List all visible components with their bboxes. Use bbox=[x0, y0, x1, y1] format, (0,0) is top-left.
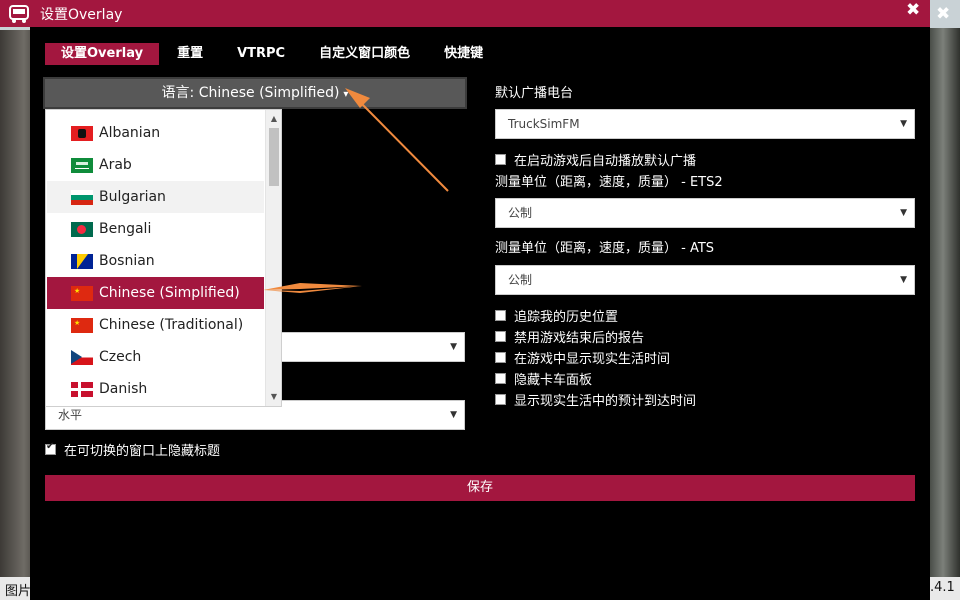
hide-title-checkbox[interactable] bbox=[45, 441, 56, 455]
show-eta-label: 显示现实生活中的预计到达时间 bbox=[514, 394, 697, 409]
caret-down-icon: ▾ bbox=[343, 89, 349, 100]
settings-window: 设置Overlay 重置 VTRPC 自定义窗口颜色 快捷键 ▼ 水平 ▼ 在可… bbox=[30, 27, 930, 600]
track-history-row: 追踪我的历史位置 bbox=[495, 306, 618, 325]
track-history-label: 追踪我的历史位置 bbox=[514, 310, 619, 325]
show-real-time-label: 在游戏中显示现实生活时间 bbox=[514, 352, 671, 367]
scroll-up-icon[interactable]: ▲ bbox=[266, 112, 281, 126]
units-ets2-select[interactable]: 公制 ▼ bbox=[495, 198, 915, 228]
tab-reset[interactable]: 重置 bbox=[161, 43, 219, 65]
units-ats-label: 测量单位（距离，速度，质量） - ATS bbox=[495, 241, 715, 256]
footer-version-text: .4.1 bbox=[930, 580, 955, 595]
albania-flag-icon bbox=[71, 125, 93, 141]
bulgaria-flag-icon bbox=[71, 189, 93, 205]
language-dropdown-label: 语言: Chinese (Simplified) bbox=[161, 85, 340, 101]
show-eta-checkbox[interactable] bbox=[495, 394, 506, 405]
track-history-checkbox[interactable] bbox=[495, 310, 506, 321]
disable-report-label: 禁用游戏结束后的报告 bbox=[514, 331, 645, 346]
language-option-arab[interactable]: Arab bbox=[47, 149, 264, 181]
title-bar: 设置Overlay ✖ bbox=[0, 0, 930, 27]
hide-truck-panel-checkbox[interactable] bbox=[495, 373, 506, 384]
chevron-down-icon: ▼ bbox=[900, 119, 907, 129]
chevron-down-icon: ▼ bbox=[900, 208, 907, 218]
language-list: Albanian Arab Bulgarian Bengali Bosnian bbox=[45, 109, 282, 407]
background-truck-right bbox=[926, 28, 960, 580]
radio-station-select[interactable]: TruckSimFM ▼ bbox=[495, 109, 915, 139]
tab-vtrpc[interactable]: VTRPC bbox=[221, 43, 301, 65]
truck-app-icon bbox=[9, 5, 29, 23]
chevron-down-icon: ▼ bbox=[450, 342, 457, 352]
hide-title-label: 在可切换的窗口上隐藏标题 bbox=[64, 444, 221, 459]
language-option-albanian[interactable]: Albanian bbox=[47, 117, 264, 149]
disable-report-row: 禁用游戏结束后的报告 bbox=[495, 327, 644, 346]
tab-hotkeys[interactable]: 快捷键 bbox=[428, 43, 499, 65]
hide-title-row: 在可切换的窗口上隐藏标题 bbox=[45, 440, 220, 459]
language-option-chinese-traditional[interactable]: ★ Chinese (Traditional) bbox=[47, 309, 264, 341]
window-title: 设置Overlay bbox=[40, 7, 123, 23]
bosnia-flag-icon bbox=[71, 253, 93, 269]
language-list-scrollbar[interactable]: ▲ ▼ bbox=[265, 110, 281, 406]
autoplay-checkbox[interactable] bbox=[495, 154, 506, 165]
denmark-flag-icon bbox=[71, 381, 93, 397]
tab-settings-overlay[interactable]: 设置Overlay bbox=[45, 43, 160, 65]
radio-station-value: TruckSimFM bbox=[508, 117, 580, 131]
czech-flag-icon bbox=[71, 349, 93, 365]
disable-report-checkbox[interactable] bbox=[495, 331, 506, 342]
language-option-czech[interactable]: Czech bbox=[47, 341, 264, 373]
autoplay-row: 在启动游戏后自动播放默认广播 bbox=[495, 150, 696, 169]
bangladesh-flag-icon bbox=[71, 221, 93, 237]
tab-custom-window-color[interactable]: 自定义窗口颜色 bbox=[303, 43, 426, 65]
chevron-down-icon: ▼ bbox=[900, 275, 907, 285]
units-ats-select[interactable]: 公制 ▼ bbox=[495, 265, 915, 295]
hide-truck-panel-row: 隐藏卡车面板 bbox=[495, 369, 592, 388]
china-flag-icon: ★ bbox=[71, 317, 93, 333]
show-real-time-row: 在游戏中显示现实生活时间 bbox=[495, 348, 670, 367]
units-ats-value: 公制 bbox=[508, 273, 533, 287]
orientation-value: 水平 bbox=[58, 408, 83, 422]
language-option-bosnian[interactable]: Bosnian bbox=[47, 245, 264, 277]
language-option-bengali[interactable]: Bengali bbox=[47, 213, 264, 245]
language-option-bulgarian[interactable]: Bulgarian bbox=[47, 181, 264, 213]
units-ets2-value: 公制 bbox=[508, 206, 533, 220]
units-ets2-label: 测量单位（距离，速度，质量） - ETS2 bbox=[495, 175, 723, 190]
default-radio-label: 默认广播电台 bbox=[495, 86, 574, 101]
autoplay-label: 在启动游戏后自动播放默认广播 bbox=[514, 154, 697, 169]
outer-close-icon[interactable]: ✖ bbox=[936, 4, 950, 24]
language-option-danish[interactable]: Danish bbox=[47, 373, 264, 405]
language-option-chinese-simplified[interactable]: ★ Chinese (Simplified) bbox=[47, 277, 264, 309]
saudi-flag-icon bbox=[71, 157, 93, 173]
china-flag-icon: ★ bbox=[71, 285, 93, 301]
tab-bar: 设置Overlay 重置 VTRPC 自定义窗口颜色 快捷键 bbox=[45, 43, 501, 65]
hide-truck-panel-label: 隐藏卡车面板 bbox=[514, 373, 593, 388]
footer-left-text: 图片 bbox=[5, 584, 32, 599]
chevron-down-icon: ▼ bbox=[450, 410, 457, 420]
show-eta-row: 显示现实生活中的预计到达时间 bbox=[495, 390, 696, 409]
show-real-time-checkbox[interactable] bbox=[495, 352, 506, 363]
close-icon[interactable]: ✖ bbox=[906, 0, 920, 20]
scroll-thumb[interactable] bbox=[269, 128, 279, 186]
scroll-down-icon[interactable]: ▼ bbox=[266, 390, 281, 404]
save-button[interactable]: 保存 bbox=[45, 475, 915, 501]
language-dropdown[interactable]: 语言: Chinese (Simplified) ▾ bbox=[43, 77, 467, 109]
